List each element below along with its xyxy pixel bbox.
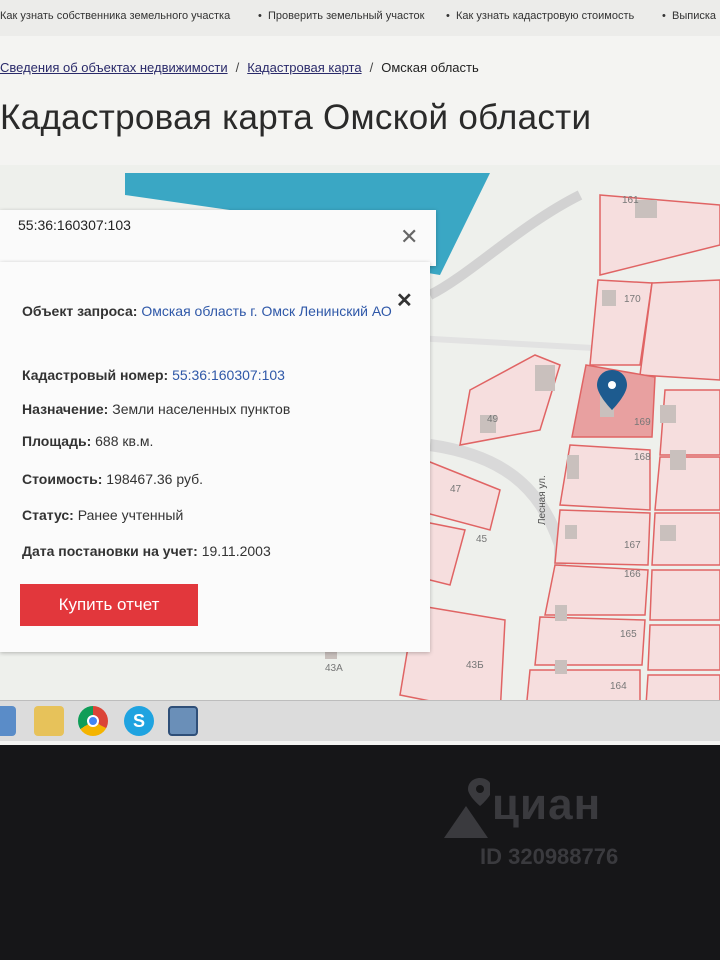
location-pin-icon [444, 778, 492, 838]
info-cost-label: Стоимость: [22, 471, 103, 487]
building [565, 525, 577, 539]
info-cadnum-row: Кадастровый номер: 55:36:160307:103 [22, 364, 285, 386]
info-status-row: Статус: Ранее учтенный [22, 504, 183, 526]
watermark-brand: циан [492, 780, 602, 829]
breadcrumb-current: Омская область [381, 60, 479, 75]
folder-icon[interactable] [34, 706, 64, 736]
nav-check-link[interactable]: Проверить земельный участок [268, 10, 424, 22]
page-title: Кадастровая карта Омской области [0, 98, 592, 137]
buy-report-button[interactable]: Купить отчет [20, 584, 198, 626]
browser-screen: Как узнать собственника земельного участ… [0, 0, 720, 745]
close-icon[interactable]: ✕ [400, 224, 418, 250]
info-purpose-value: Земли населенных пунктов [112, 401, 291, 417]
lot-number: 167 [624, 540, 641, 551]
parcel-161[interactable] [599, 194, 720, 276]
nav-dot: • [446, 10, 450, 22]
object-info-panel: ✕ Объект запроса: Омская область г. Омск… [0, 262, 430, 652]
building [555, 605, 567, 621]
info-status-value: Ранее учтенный [77, 507, 184, 523]
network-icon[interactable] [168, 706, 198, 736]
breadcrumb-map-link[interactable]: Кадастровая карта [247, 60, 361, 75]
nav-extract-link[interactable]: Выписка [672, 10, 716, 22]
building [660, 525, 676, 541]
info-date-value: 19.11.2003 [201, 543, 271, 559]
info-object-label: Объект запроса: [22, 303, 138, 319]
street-label: Лесная ул. [537, 475, 548, 525]
info-cadnum-value[interactable]: 55:36:160307:103 [172, 367, 285, 383]
info-date-label: Дата постановки на учет: [22, 543, 198, 559]
lot-number: 43Б [466, 660, 484, 671]
parcel-168b[interactable] [654, 456, 720, 511]
search-input[interactable]: 55:36:160307:103 [18, 217, 131, 233]
info-area-label: Площадь: [22, 433, 92, 449]
lot-number: 47 [450, 484, 462, 495]
watermark: циан ID 320988776 [440, 776, 618, 869]
breadcrumb-separator: / [369, 60, 374, 75]
lot-number: 168 [634, 452, 651, 463]
lot-number: 45 [476, 534, 488, 545]
info-object-value[interactable]: Омская область г. Омск Ленинский АО [141, 303, 391, 319]
parcel-170b[interactable] [639, 279, 720, 381]
explorer-icon[interactable] [0, 706, 16, 736]
lot-number: 169 [634, 417, 651, 428]
nav-dot: • [258, 10, 262, 22]
nav-cost-link[interactable]: Как узнать кадастровую стоимость [456, 10, 634, 22]
building [555, 660, 567, 674]
building [670, 450, 686, 470]
skype-icon[interactable]: S [124, 706, 154, 736]
lot-number: 164 [610, 681, 627, 692]
building [660, 405, 676, 423]
info-status-label: Статус: [22, 507, 74, 523]
parcel-165b[interactable] [647, 624, 720, 671]
breadcrumb-separator: / [235, 60, 240, 75]
breadcrumb-realty-link[interactable]: Сведения об объектах недвижимости [0, 60, 228, 75]
building [602, 290, 616, 306]
breadcrumb: Сведения об объектах недвижимости / Кадаст… [0, 60, 479, 75]
lot-number: 170 [624, 294, 641, 305]
lot-number: 43А [325, 663, 343, 674]
info-area-value: 688 кв.м. [95, 433, 154, 449]
nav-dot: • [662, 10, 666, 22]
building [567, 455, 579, 479]
info-object-row: Объект запроса: Омская область г. Омск Л… [22, 300, 412, 322]
chrome-icon[interactable] [78, 706, 108, 736]
info-date-row: Дата постановки на учет: 19.11.2003 [22, 540, 271, 562]
info-area-row: Площадь: 688 кв.м. [22, 430, 153, 452]
parcel-166b[interactable] [649, 569, 720, 621]
info-cost-row: Стоимость: 198467.36 руб. [22, 468, 203, 490]
taskbar: S [0, 700, 720, 741]
nav-owner-link[interactable]: Как узнать собственника земельного участ… [0, 10, 230, 22]
watermark-id: ID 320988776 [480, 844, 619, 869]
top-nav: Как узнать собственника земельного участ… [0, 0, 720, 36]
lot-number: 161 [622, 195, 639, 206]
search-box[interactable]: 55:36:160307:103 ✕ [0, 210, 436, 266]
info-purpose-row: Назначение: Земли населенных пунктов [22, 398, 290, 420]
parcel-165[interactable] [534, 616, 646, 666]
lot-number: 166 [624, 569, 641, 580]
building [535, 365, 555, 391]
lot-number: 49 [487, 414, 499, 425]
info-purpose-label: Назначение: [22, 401, 109, 417]
info-cadnum-label: Кадастровый номер: [22, 367, 169, 383]
info-cost-value: 198467.36 руб. [106, 471, 204, 487]
lot-number: 165 [620, 629, 637, 640]
